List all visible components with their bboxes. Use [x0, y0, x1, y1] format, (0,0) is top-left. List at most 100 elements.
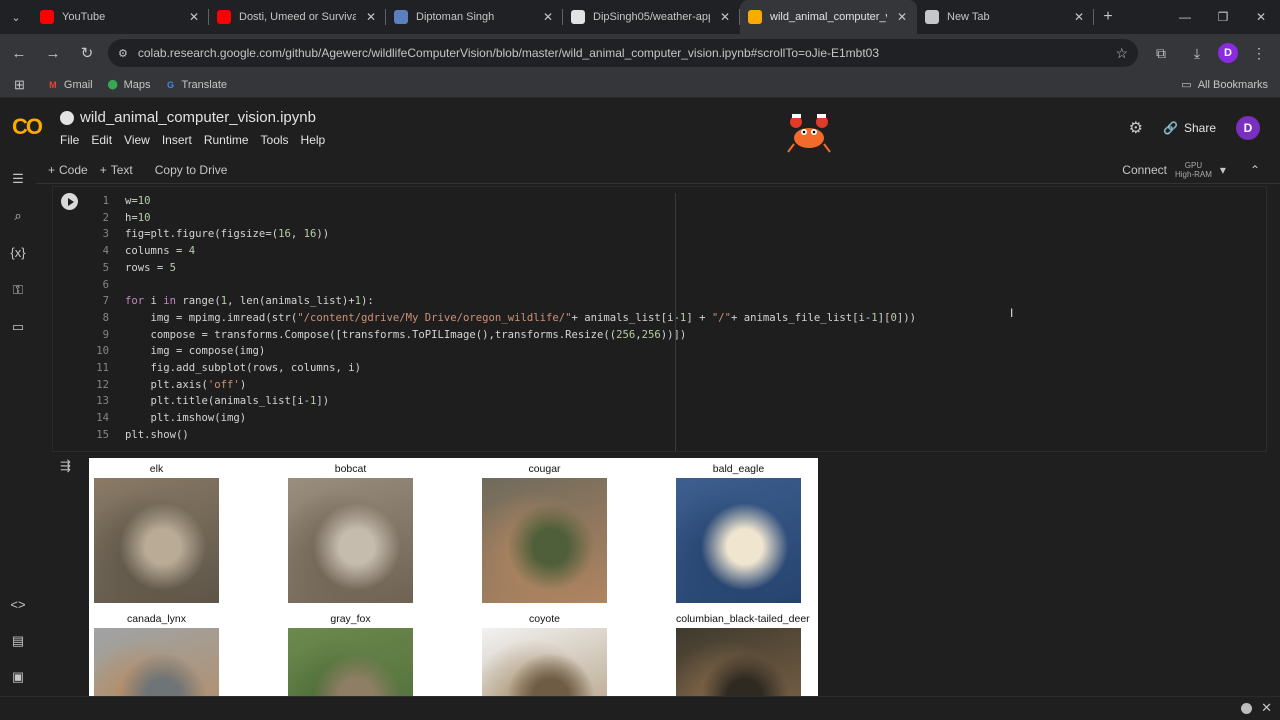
tab-title: Diptoman Singh	[416, 11, 495, 23]
code-snippets-icon[interactable]: <>	[10, 586, 25, 623]
forward-icon[interactable]: →	[38, 38, 68, 68]
tab-search-icon[interactable]: ⌄	[0, 0, 32, 34]
menu-insert[interactable]: Insert	[162, 133, 192, 147]
code-line[interactable]: 14 plt.imshow(img)	[89, 410, 916, 427]
code-text: fig.add_subplot(rows, columns, i)	[125, 362, 362, 375]
tab-close-icon[interactable]: ✕	[187, 10, 201, 24]
menu-help[interactable]: Help	[301, 133, 326, 147]
youtube-icon	[217, 10, 231, 24]
extensions-icon[interactable]: ⧉	[1146, 38, 1176, 68]
apps-grid-icon[interactable]: ⊞	[14, 77, 25, 93]
code-line[interactable]: 6	[89, 277, 916, 294]
tab-separator	[1093, 9, 1094, 25]
animal-subplot: bobcat	[288, 460, 413, 603]
reload-icon[interactable]: ↻	[72, 38, 102, 68]
line-number: 10	[96, 345, 109, 358]
tab-close-icon[interactable]: ✕	[1072, 10, 1086, 24]
bookmark-maps[interactable]: ⬤ Maps	[107, 79, 151, 91]
all-bookmarks[interactable]: ▭ All Bookmarks	[1181, 78, 1268, 92]
menu-runtime[interactable]: Runtime	[204, 133, 249, 147]
code-line[interactable]: 1 w=10	[89, 193, 916, 210]
animal-subplot: canada_lynx	[94, 610, 219, 696]
tab-close-icon[interactable]: ✕	[718, 10, 732, 24]
search-icon[interactable]: ⌕	[14, 197, 21, 234]
code-line[interactable]: 12 plt.axis('off')	[89, 377, 916, 394]
files-folder-icon[interactable]: ▭	[12, 308, 24, 345]
add-code-button[interactable]: + Code	[48, 163, 88, 177]
code-line[interactable]: 15 plt.show()	[89, 427, 916, 444]
copy-to-drive-button[interactable]: Copy to Drive	[155, 163, 228, 177]
code-text: for i in range(1, len(animals_list)+1):	[125, 295, 374, 308]
code-line[interactable]: 10 img = compose(img)	[89, 343, 916, 360]
code-line[interactable]: 8 img = mpimg.imread(str("/content/gdriv…	[89, 310, 916, 327]
colab-logo[interactable]: CO	[12, 114, 43, 140]
variables-icon[interactable]: {x}	[10, 234, 25, 271]
output-collapse-icon[interactable]: ⇶	[60, 458, 71, 474]
settings-gear-icon[interactable]: ⚙	[1129, 118, 1143, 138]
bookmark-star-icon[interactable]: ☆	[1115, 45, 1128, 62]
run-cell-button[interactable]	[61, 193, 78, 210]
browser-tab[interactable]: Diptoman Singh ✕	[386, 0, 563, 34]
subplot-title: bobcat	[334, 463, 367, 475]
crab-mascot-icon	[787, 114, 831, 153]
tab-close-icon[interactable]: ✕	[895, 10, 909, 24]
code-line[interactable]: 2 h=10	[89, 210, 916, 227]
subplot-title: cougar	[528, 463, 561, 475]
tab-close-icon[interactable]: ✕	[364, 10, 378, 24]
github-icon	[571, 10, 585, 24]
menu-file[interactable]: File	[60, 133, 79, 147]
browser-tab[interactable]: DipSingh05/weather-app- ✕	[563, 0, 740, 34]
code-line[interactable]: 3 fig=plt.figure(figsize=(16, 16))	[89, 226, 916, 243]
share-button[interactable]: 🔗 Share	[1163, 121, 1216, 135]
code-line[interactable]: 4 columns = 4	[89, 243, 916, 260]
runtime-status-icon[interactable]	[1241, 703, 1252, 714]
back-icon[interactable]: ←	[4, 38, 34, 68]
browser-menu-icon[interactable]: ⋮	[1244, 38, 1274, 68]
close-status-icon[interactable]: ✕	[1261, 700, 1272, 716]
notebook-title[interactable]: wild_animal_computer_vision.ipynb	[60, 109, 316, 126]
line-number: 13	[96, 395, 109, 408]
menu-edit[interactable]: Edit	[91, 133, 112, 147]
code-editor[interactable]: 1 w=10 2 h=10 3 fig=plt.figure(figsize=(16, 1…	[89, 193, 916, 444]
secrets-key-icon[interactable]: ⚿	[13, 271, 23, 308]
code-line[interactable]: 5 rows = 5	[89, 260, 916, 277]
browser-tab[interactable]: YouTube ✕	[32, 0, 209, 34]
add-text-button[interactable]: + Text	[100, 163, 133, 177]
tab-close-icon[interactable]: ✕	[541, 10, 555, 24]
connect-button[interactable]: Connect	[1122, 163, 1167, 177]
animal-photo	[288, 628, 413, 696]
terminal-icon[interactable]: ▣	[12, 658, 24, 695]
animal-subplot: cougar	[482, 460, 607, 603]
collapse-header-icon[interactable]: ⌃	[1250, 163, 1260, 177]
line-number: 2	[102, 211, 109, 224]
url-text: colab.research.google.com/github/Agewerc…	[137, 46, 880, 60]
new-tab-button[interactable]: +	[1094, 0, 1122, 34]
user-avatar[interactable]: D	[1236, 116, 1260, 140]
code-line[interactable]: 7 for i in range(1, len(animals_list)+1):	[89, 293, 916, 310]
restore-icon[interactable]: ❐	[1204, 0, 1242, 34]
menu-tools[interactable]: Tools	[261, 133, 289, 147]
code-line[interactable]: 13 plt.title(animals_list[i-1])	[89, 393, 916, 410]
subplot-title: coyote	[529, 613, 560, 625]
bookmark-translate[interactable]: G Translate	[165, 79, 227, 91]
browser-tab[interactable]: New Tab ✕	[917, 0, 1094, 34]
menu-view[interactable]: View	[124, 133, 150, 147]
code-line[interactable]: 9 compose = transforms.Compose([transfor…	[89, 327, 916, 344]
profile-avatar[interactable]: D	[1218, 43, 1238, 63]
close-window-icon[interactable]: ✕	[1242, 0, 1280, 34]
address-bar[interactable]: ⚙ colab.research.google.com/github/Agewe…	[108, 39, 1138, 67]
gmail-icon: M	[49, 79, 57, 90]
minimize-icon[interactable]: —	[1166, 0, 1204, 34]
bookmark-gmail[interactable]: M Gmail	[47, 79, 92, 91]
browser-tab[interactable]: wild_animal_computer_vis ✕	[740, 0, 917, 34]
code-line[interactable]: 11 fig.add_subplot(rows, columns, i)	[89, 360, 916, 377]
browser-tab[interactable]: Dosti, Umeed or Survival k ✕	[209, 0, 386, 34]
table-of-contents-icon[interactable]: ☰	[12, 160, 24, 197]
site-info-icon[interactable]: ⚙	[118, 47, 128, 60]
status-bar: ✕	[0, 696, 1280, 720]
header-actions: ⚙ 🔗 Share D	[1129, 116, 1260, 140]
code-cell[interactable]: 1 w=10 2 h=10 3 fig=plt.figure(figsize=(16, 1…	[52, 186, 1267, 452]
command-palette-icon[interactable]: ▤	[12, 622, 24, 659]
download-icon[interactable]: ⤓	[1182, 38, 1212, 68]
runtime-dropdown-icon[interactable]: ▾	[1220, 163, 1226, 177]
